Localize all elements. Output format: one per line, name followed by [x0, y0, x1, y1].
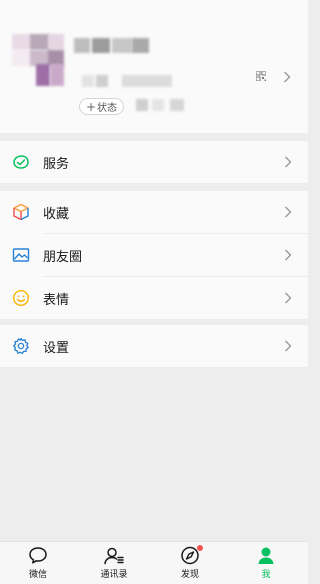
- gear-icon: [13, 337, 29, 355]
- chevron-right-icon: [285, 340, 292, 352]
- chevron-right-icon: [285, 206, 292, 218]
- tab-me-label: 我: [261, 570, 271, 580]
- menu-item-services[interactable]: 服务: [0, 141, 308, 183]
- tab-discover[interactable]: 发现: [160, 545, 220, 580]
- favorites-cube-icon: [13, 203, 29, 221]
- tab-discover-label: 发现: [180, 570, 199, 580]
- favorites-label: 收藏: [43, 206, 70, 222]
- chevron-right-icon: [285, 156, 292, 168]
- person-icon: [258, 547, 274, 564]
- plus-icon: +: [85, 99, 97, 114]
- tab-chats[interactable]: 微信: [8, 546, 68, 580]
- services-icon: [13, 155, 29, 169]
- chat-bubble-icon: [29, 547, 47, 564]
- services-group: 服务: [0, 141, 308, 183]
- chevron-right-icon: [285, 249, 292, 261]
- qr-code-icon[interactable]: [256, 71, 266, 81]
- stickers-label: 表情: [43, 292, 70, 308]
- chevron-right-icon: [285, 292, 292, 304]
- add-status-button[interactable]: + 状态: [79, 98, 124, 115]
- settings-group: 设置: [0, 325, 308, 367]
- chevron-right-icon: [284, 71, 291, 83]
- menu-item-moments[interactable]: 朋友圈: [0, 234, 308, 276]
- smiley-icon: [12, 289, 30, 307]
- bottom-tab-bar: 微信 通讯录 发现 我: [0, 541, 308, 584]
- tab-contacts-label: 通讯录: [100, 570, 128, 580]
- settings-label: 设置: [43, 340, 70, 356]
- menu-item-favorites[interactable]: 收藏: [0, 191, 308, 233]
- profile-header[interactable]: + 状态: [0, 0, 308, 133]
- notification-dot: [197, 545, 203, 551]
- tab-me[interactable]: 我: [236, 546, 296, 580]
- tab-contacts[interactable]: 通讯录: [84, 546, 144, 580]
- me-screen: + 状态 服务 收藏 朋友圈 表情 设置 微信 通讯录 发现 我: [0, 0, 308, 584]
- moments-label: 朋友圈: [43, 249, 83, 265]
- tab-chats-label: 微信: [28, 570, 47, 580]
- contacts-icon: [104, 547, 124, 565]
- menu-item-settings[interactable]: 设置: [0, 325, 308, 367]
- menu-item-stickers[interactable]: 表情: [0, 277, 308, 319]
- services-label: 服务: [43, 156, 70, 172]
- status-label: 状态: [97, 103, 118, 114]
- content-group: 收藏 朋友圈 表情: [0, 191, 308, 319]
- moments-image-icon: [12, 248, 30, 262]
